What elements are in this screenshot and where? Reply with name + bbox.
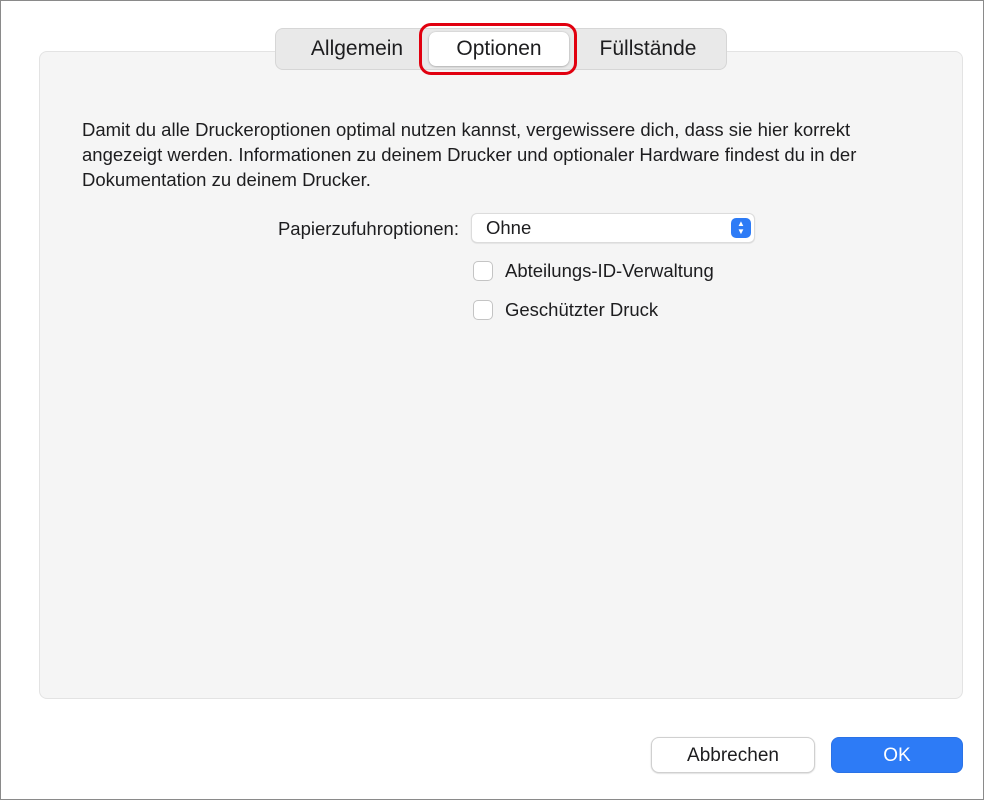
abteilungs-id-label: Abteilungs-ID-Verwaltung bbox=[505, 260, 714, 281]
ok-button[interactable]: OK bbox=[831, 737, 963, 773]
printer-options-window: Allgemein Optionen Füllstände Damit du a… bbox=[0, 0, 984, 800]
abteilungs-id-checkbox[interactable] bbox=[473, 261, 493, 281]
cancel-button[interactable]: Abbrechen bbox=[651, 737, 815, 773]
tab-allgemein[interactable]: Allgemein bbox=[288, 29, 426, 69]
geschuetzter-druck-label: Geschützter Druck bbox=[505, 299, 659, 320]
paper-feed-label: Papierzufuhroptionen: bbox=[277, 218, 459, 239]
checkbox-row-abteilungs-id[interactable]: Abteilungs-ID-Verwaltung bbox=[473, 259, 773, 285]
checkbox-row-geschuetzter-druck[interactable]: Geschützter Druck bbox=[473, 298, 713, 324]
description-text: Damit du alle Druckeroptionen optimal nu… bbox=[82, 119, 857, 190]
chevron-up-down-icon: ▲ ▼ bbox=[731, 218, 751, 238]
tab-fuellstaende[interactable]: Füllstände bbox=[578, 29, 718, 69]
tab-optionen[interactable]: Optionen bbox=[429, 32, 569, 66]
tab-bar: Allgemein Optionen Füllstände bbox=[275, 28, 727, 70]
paper-feed-value: Ohne bbox=[486, 217, 532, 238]
geschuetzter-druck-checkbox[interactable] bbox=[473, 300, 493, 320]
paper-feed-select[interactable]: Ohne ▲ ▼ bbox=[471, 213, 755, 243]
